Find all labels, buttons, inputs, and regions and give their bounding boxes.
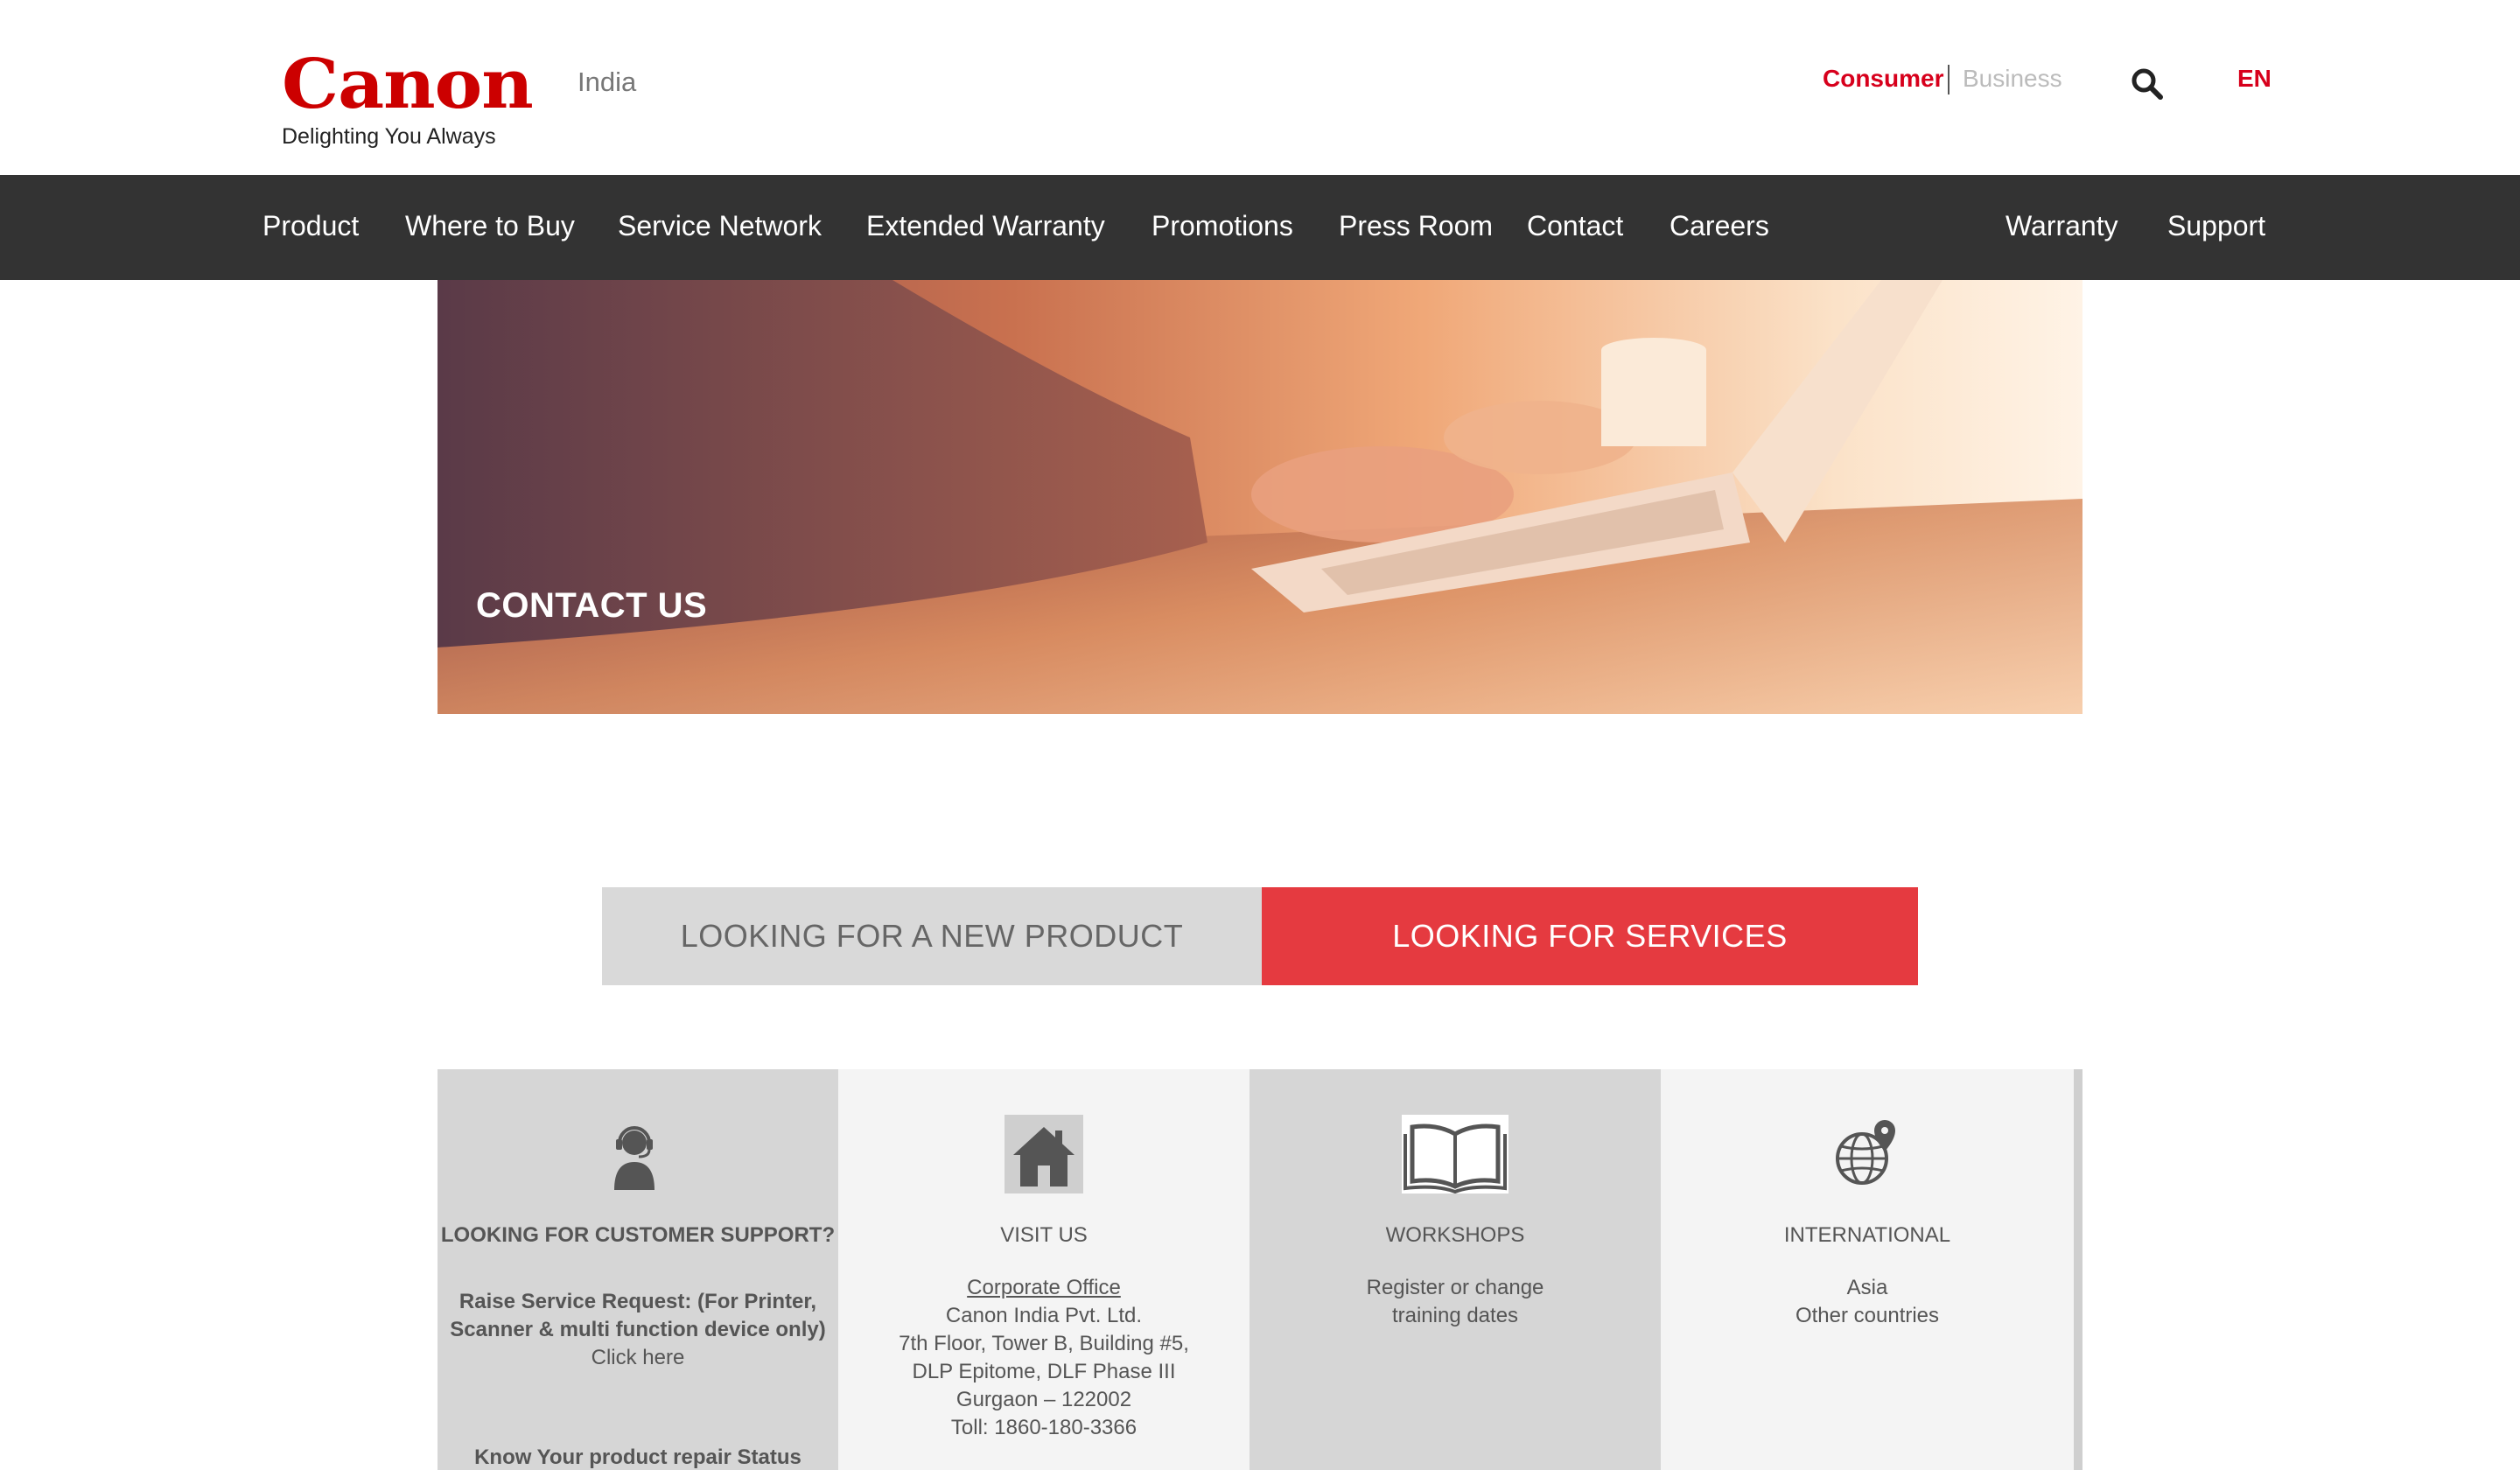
segment-business-link[interactable]: Business bbox=[1963, 65, 2062, 93]
tab-new-product[interactable]: LOOKING FOR A NEW PRODUCT bbox=[602, 887, 1262, 985]
card-title-visit: VISIT US bbox=[1000, 1223, 1088, 1247]
card-workshops: WORKSHOPS Register or change training da… bbox=[1250, 1069, 1661, 1470]
address-line: Gurgaon – 122002 bbox=[956, 1388, 1132, 1411]
home-icon bbox=[1004, 1115, 1083, 1194]
card-title-workshops: WORKSHOPS bbox=[1385, 1223, 1525, 1247]
nav-item-product[interactable]: Product bbox=[262, 210, 359, 242]
search-icon[interactable] bbox=[2130, 66, 2165, 102]
nav-item-extended-warranty[interactable]: Extended Warranty bbox=[866, 210, 1105, 242]
card-customer-support: LOOKING FOR CUSTOMER SUPPORT? Raise Serv… bbox=[438, 1069, 838, 1470]
main-nav: Product Where to Buy Service Network Ext… bbox=[0, 175, 2520, 280]
headset-user-icon bbox=[595, 1115, 674, 1194]
hero-banner: CONTACT US bbox=[438, 280, 2082, 714]
segment-divider bbox=[1948, 65, 1950, 94]
corporate-office-link[interactable]: Corporate Office bbox=[838, 1274, 1250, 1302]
site-header: Canon Delighting You Always India Consum… bbox=[0, 0, 2520, 175]
toll-number: Toll: 1860-180-3366 bbox=[950, 1416, 1138, 1439]
nav-item-service-network[interactable]: Service Network bbox=[618, 210, 822, 242]
nav-item-warranty[interactable]: Warranty bbox=[2006, 210, 2118, 242]
contact-cards: LOOKING FOR CUSTOMER SUPPORT? Raise Serv… bbox=[438, 1069, 2082, 1470]
workshop-text[interactable]: Register or change bbox=[1250, 1274, 1661, 1302]
brand-tagline: Delighting You Always bbox=[282, 124, 496, 149]
address-line: DLP Epitome, DLF Phase III bbox=[912, 1360, 1176, 1383]
nav-item-promotions[interactable]: Promotions bbox=[1152, 210, 1293, 242]
nav-item-where-to-buy[interactable]: Where to Buy bbox=[405, 210, 575, 242]
workshop-text[interactable]: training dates bbox=[1250, 1302, 1661, 1330]
segment-consumer-link[interactable]: Consumer bbox=[1823, 65, 1943, 93]
globe-pin-icon bbox=[1827, 1115, 1906, 1194]
address-line: Canon India Pvt. Ltd. bbox=[945, 1304, 1143, 1327]
nav-item-press-room[interactable]: Press Room bbox=[1339, 210, 1493, 242]
service-request-link[interactable]: Click here bbox=[438, 1344, 838, 1372]
asia-link[interactable]: Asia bbox=[1661, 1274, 2074, 1302]
hero-image bbox=[438, 280, 2082, 714]
service-request-line1: Raise Service Request: (For Printer, bbox=[458, 1290, 817, 1313]
canon-logo[interactable]: Canon Delighting You Always bbox=[282, 51, 534, 150]
nav-item-support[interactable]: Support bbox=[2167, 210, 2265, 242]
nav-item-careers[interactable]: Careers bbox=[1670, 210, 1769, 242]
cards-scroll-edge bbox=[2074, 1069, 2082, 1470]
page-title: CONTACT US bbox=[476, 586, 708, 625]
card-visit-us: VISIT US Corporate Office Canon India Pv… bbox=[838, 1069, 1250, 1470]
nav-item-contact[interactable]: Contact bbox=[1527, 210, 1623, 242]
region-label: India bbox=[578, 66, 637, 97]
service-request-line2: Scanner & multi function device only) bbox=[450, 1318, 826, 1341]
repair-status-link[interactable]: Know Your product repair Status bbox=[438, 1444, 838, 1470]
card-title-support: LOOKING FOR CUSTOMER SUPPORT? bbox=[440, 1223, 836, 1247]
other-countries-link[interactable]: Other countries bbox=[1661, 1302, 2074, 1330]
card-international: INTERNATIONAL Asia Other countries bbox=[1661, 1069, 2074, 1470]
address-line: 7th Floor, Tower B, Building #5, bbox=[899, 1332, 1189, 1355]
tab-services[interactable]: LOOKING FOR SERVICES bbox=[1262, 887, 1918, 985]
language-selector[interactable]: EN bbox=[2237, 65, 2272, 93]
brand-wordmark: Canon bbox=[282, 45, 534, 124]
open-book-icon bbox=[1402, 1115, 1508, 1194]
card-title-international: INTERNATIONAL bbox=[1783, 1223, 1951, 1247]
